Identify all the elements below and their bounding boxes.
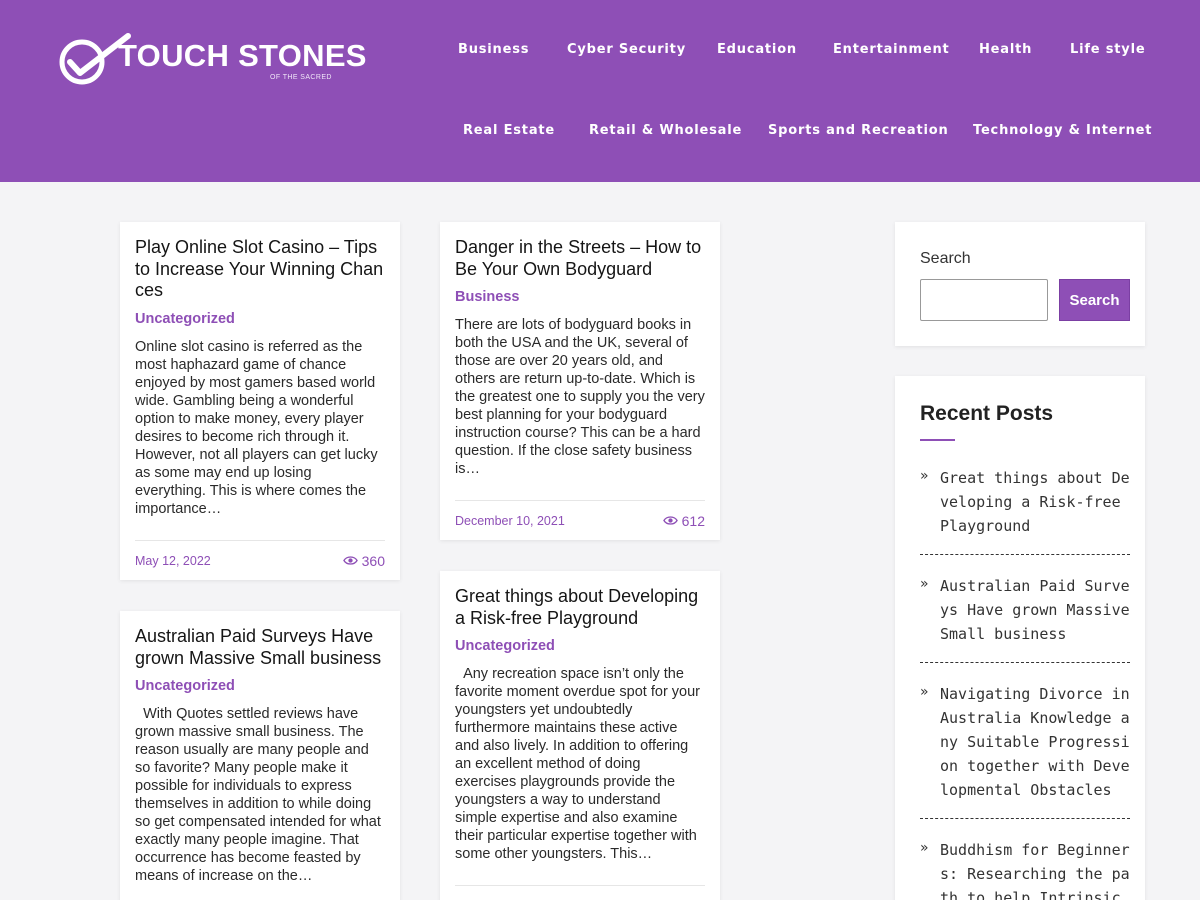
- divider: [920, 554, 1130, 555]
- eye-icon: [342, 556, 358, 565]
- post-category[interactable]: Uncategorized: [455, 638, 705, 654]
- post-meta: December 10, 2021 612: [455, 500, 705, 540]
- site-header: TOUCH STONES OF THE SACRED Business Cybe…: [0, 0, 1200, 182]
- post-meta: May 12, 2022 360: [135, 540, 385, 580]
- post-title[interactable]: Play Online Slot Casino – Tips to Increa…: [135, 237, 385, 302]
- post-date[interactable]: May 12, 2022: [135, 554, 211, 568]
- nav-education[interactable]: Education: [717, 42, 797, 57]
- double-chevron-right-icon: »: [920, 684, 929, 700]
- post-title[interactable]: Danger in the Streets – How to Be Your O…: [455, 237, 705, 280]
- double-chevron-right-icon: »: [920, 840, 929, 856]
- post-title[interactable]: Great things about Developing a Risk-fre…: [455, 586, 705, 629]
- post-card: Play Online Slot Casino – Tips to Increa…: [120, 222, 400, 580]
- double-chevron-right-icon: »: [920, 468, 929, 484]
- recent-post-link[interactable]: Navigating Divorce in Australia Knowledg…: [940, 682, 1132, 802]
- post-date[interactable]: December 10, 2021: [455, 514, 565, 528]
- post-card: Australian Paid Surveys Have grown Massi…: [120, 611, 400, 900]
- post-views: 360: [342, 552, 385, 569]
- nav-technology-internet[interactable]: Technology & Internet: [973, 123, 1152, 138]
- logo-title: TOUCH STONES: [118, 38, 367, 73]
- nav-business[interactable]: Business: [458, 42, 529, 57]
- post-view-count: 612: [681, 512, 705, 529]
- post-meta-divider: [455, 885, 705, 886]
- post-excerpt: Online slot casino is referred as the mo…: [135, 338, 378, 517]
- recent-posts-widget: Recent Posts » Great things about Develo…: [895, 376, 1145, 900]
- nav-retail-wholesale[interactable]: Retail & Wholesale: [589, 123, 742, 138]
- post-excerpt: Any recreation space isn’t only the favo…: [455, 666, 705, 862]
- post-excerpt: There are lots of bodyguard books in bot…: [455, 317, 705, 477]
- eye-icon: [662, 516, 678, 525]
- recent-post-link[interactable]: Buddhism for Beginners: Researching the …: [940, 838, 1132, 900]
- post-card: Great things about Developing a Risk-fre…: [440, 571, 720, 900]
- nav-entertainment[interactable]: Entertainment: [833, 42, 950, 57]
- post-category[interactable]: Uncategorized: [135, 678, 385, 694]
- nav-life-style[interactable]: Life style: [1070, 42, 1145, 57]
- search-widget: Search Search: [895, 222, 1145, 346]
- recent-post-link[interactable]: Australian Paid Surveys Have grown Massi…: [940, 574, 1132, 646]
- nav-sports-recreation[interactable]: Sports and Recreation: [768, 123, 949, 138]
- nav-cyber-security[interactable]: Cyber Security: [567, 42, 686, 57]
- recent-posts-title: Recent Posts: [920, 402, 1054, 425]
- nav-real-estate[interactable]: Real Estate: [463, 123, 555, 138]
- site-logo[interactable]: TOUCH STONES OF THE SACRED: [58, 32, 366, 88]
- search-input[interactable]: [920, 279, 1048, 321]
- divider: [920, 818, 1130, 819]
- post-excerpt: With Quotes settled reviews have grown m…: [135, 706, 385, 884]
- double-chevron-right-icon: »: [920, 576, 929, 592]
- logo-subtitle: OF THE SACRED: [270, 74, 332, 81]
- search-button[interactable]: Search: [1059, 279, 1130, 321]
- recent-post-link[interactable]: Great things about Developing a Risk-fre…: [940, 466, 1132, 538]
- post-category[interactable]: Uncategorized: [135, 311, 385, 327]
- post-title[interactable]: Australian Paid Surveys Have grown Massi…: [135, 626, 385, 669]
- post-view-count: 360: [361, 552, 385, 569]
- title-underline: [920, 439, 955, 441]
- search-label: Search: [920, 250, 971, 267]
- nav-health[interactable]: Health: [979, 42, 1032, 57]
- divider: [920, 662, 1130, 663]
- post-category[interactable]: Business: [455, 289, 705, 305]
- post-views: 612: [662, 512, 705, 529]
- post-card: Danger in the Streets – How to Be Your O…: [440, 222, 720, 540]
